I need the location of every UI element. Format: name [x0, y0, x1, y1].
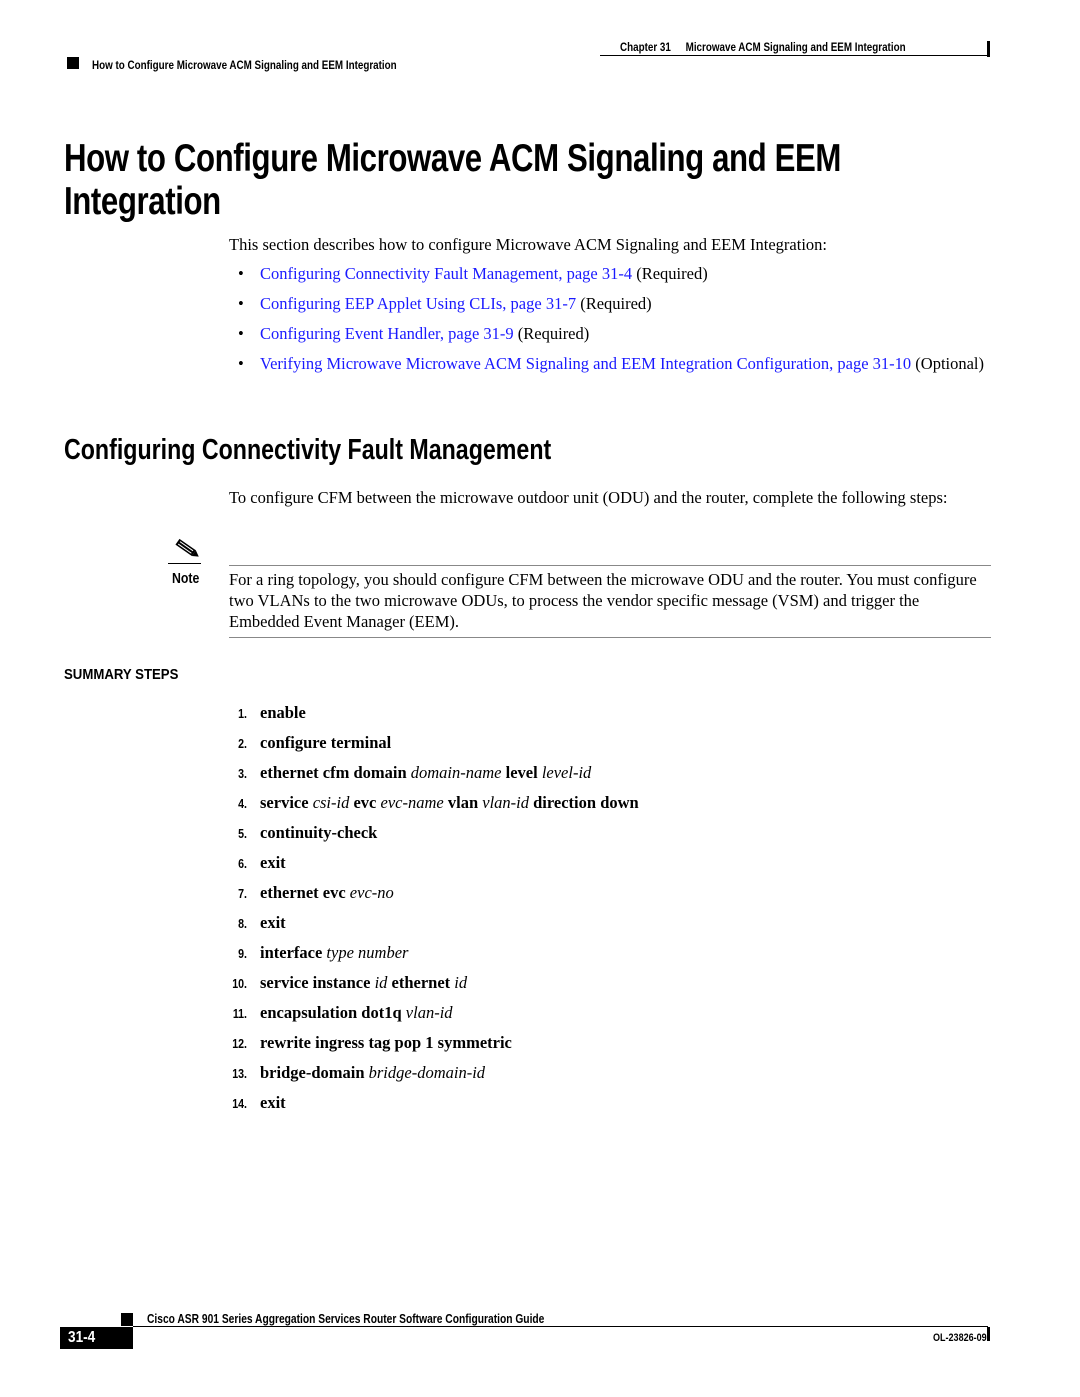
page-number: 31-4	[68, 1329, 96, 1346]
note-text: For a ring topology, you should configur…	[229, 570, 977, 631]
step-number: 13.	[232, 1067, 247, 1081]
header-rule	[600, 55, 988, 56]
step-number: 3.	[238, 767, 247, 781]
chapter-title: Microwave ACM Signaling and EEM Integrat…	[685, 40, 906, 54]
task-list-item: • Configuring Event Handler, page 31-9 (…	[238, 323, 998, 344]
command-argument: id	[454, 973, 468, 992]
command-keyword: enable	[260, 703, 306, 722]
task-requirement: (Required)	[513, 324, 590, 343]
task-list-item: • Configuring EEP Applet Using CLIs, pag…	[238, 293, 998, 314]
footer-guide-title: Cisco ASR 901 Series Aggregation Service…	[147, 1312, 545, 1326]
step-number: 7.	[238, 887, 247, 901]
note-icon-underline	[168, 563, 201, 564]
task-requirement: (Optional)	[911, 354, 985, 373]
running-header-section: How to Configure Microwave ACM Signaling…	[92, 58, 397, 72]
bullet-icon: •	[238, 294, 244, 313]
step-number: 14.	[232, 1097, 247, 1111]
command-keyword: evc	[349, 793, 381, 812]
step-number: 1.	[238, 707, 247, 721]
note-bottom-rule	[229, 637, 991, 638]
command-keyword: exit	[260, 853, 286, 872]
step-number: 2.	[238, 737, 247, 751]
command-keyword: encapsulation dot1q	[260, 1003, 406, 1022]
command-keyword: rewrite ingress tag pop 1 symmetric	[260, 1033, 512, 1052]
command-argument: vlan-id	[405, 1003, 453, 1022]
step-command: continuity-check	[260, 822, 377, 843]
task-requirement: (Required)	[576, 294, 652, 313]
command-keyword: ethernet evc	[260, 883, 350, 902]
command-keyword: continuity-check	[260, 823, 378, 842]
command-argument: level-id	[541, 763, 592, 782]
step-command: service instance id ethernet id	[260, 972, 467, 993]
footer-rule	[133, 1326, 988, 1327]
command-keyword: configure terminal	[260, 733, 392, 752]
intro-paragraph: This section describes how to configure …	[229, 235, 828, 254]
task-list: • Configuring Connectivity Fault Managem…	[238, 263, 998, 383]
command-keyword: direction down	[529, 793, 639, 812]
command-argument: bridge-domain-id	[368, 1063, 486, 1082]
step-command: ethernet cfm domain domain-name level le…	[260, 762, 591, 783]
step-number: 12.	[232, 1037, 247, 1051]
step-number: 6.	[238, 857, 247, 871]
command-keyword: bridge-domain	[260, 1063, 369, 1082]
step-command: bridge-domain bridge-domain-id	[260, 1062, 485, 1083]
command-argument: domain-name	[410, 763, 502, 782]
command-keyword: vlan	[443, 793, 483, 812]
command-keyword: service	[260, 793, 313, 812]
step-command: exit	[260, 1092, 286, 1113]
step-command: exit	[260, 912, 286, 933]
running-header-chapter: Chapter 31 Microwave ACM Signaling and EE…	[620, 40, 906, 54]
task-link-eep-applet[interactable]: Configuring EEP Applet Using CLIs, page …	[260, 294, 576, 313]
task-link-verifying[interactable]: Verifying Microwave Microwave ACM Signal…	[260, 354, 911, 373]
task-link-event-handler[interactable]: Configuring Event Handler, page 31-9	[260, 324, 514, 343]
task-list-item: • Verifying Microwave Microwave ACM Sign…	[238, 353, 998, 374]
command-argument: csi-id	[312, 793, 350, 812]
section-heading: Configuring Connectivity Fault Managemen…	[64, 434, 552, 466]
command-argument: id	[374, 973, 388, 992]
step-number: 5.	[238, 827, 247, 841]
command-keyword: ethernet	[387, 973, 455, 992]
footer-edge-bar	[987, 1327, 990, 1341]
step-number: 10.	[232, 977, 247, 991]
step-number: 8.	[238, 917, 247, 931]
page-title: How to Configure Microwave ACM Signaling…	[64, 137, 842, 223]
note-top-rule	[229, 565, 991, 566]
command-keyword: ethernet cfm domain	[260, 763, 411, 782]
command-argument: type number	[326, 943, 409, 962]
command-keyword: exit	[260, 913, 286, 932]
task-link-cfm[interactable]: Configuring Connectivity Fault Managemen…	[260, 264, 632, 283]
command-keyword: exit	[260, 1093, 286, 1112]
step-number: 4.	[238, 797, 247, 811]
bullet-icon: •	[238, 264, 244, 283]
footer-marker	[121, 1313, 133, 1326]
command-argument: vlan-id	[482, 793, 529, 812]
bullet-icon: •	[238, 354, 244, 373]
step-command: interface type number	[260, 942, 408, 963]
section-intro: To configure CFM between the microwave o…	[229, 488, 948, 507]
document-number: OL-23826-09	[933, 1332, 987, 1344]
command-keyword: level	[501, 763, 542, 782]
pencil-note-icon	[175, 538, 199, 557]
command-keyword: interface	[260, 943, 327, 962]
command-argument: evc-name	[380, 793, 444, 812]
page-number-badge: 31-4	[60, 1327, 133, 1349]
step-command: exit	[260, 852, 286, 873]
step-number: 9.	[238, 947, 247, 961]
step-command: enable	[260, 702, 306, 723]
command-argument: evc-no	[349, 883, 394, 902]
step-command: configure terminal	[260, 732, 391, 753]
header-section-marker	[67, 57, 79, 69]
summary-steps-heading: SUMMARY STEPS	[64, 666, 179, 683]
task-requirement: (Required)	[632, 264, 708, 283]
bullet-icon: •	[238, 324, 244, 343]
note-label: Note	[172, 570, 200, 587]
step-number: 11.	[232, 1007, 247, 1021]
step-command: rewrite ingress tag pop 1 symmetric	[260, 1032, 512, 1053]
task-list-item: • Configuring Connectivity Fault Managem…	[238, 263, 998, 284]
step-command: encapsulation dot1q vlan-id	[260, 1002, 453, 1023]
step-command: ethernet evc evc-no	[260, 882, 394, 903]
step-command: service csi-id evc evc-name vlan vlan-id…	[260, 792, 639, 813]
chapter-label: Chapter 31	[620, 40, 671, 54]
command-keyword: service instance	[260, 973, 375, 992]
